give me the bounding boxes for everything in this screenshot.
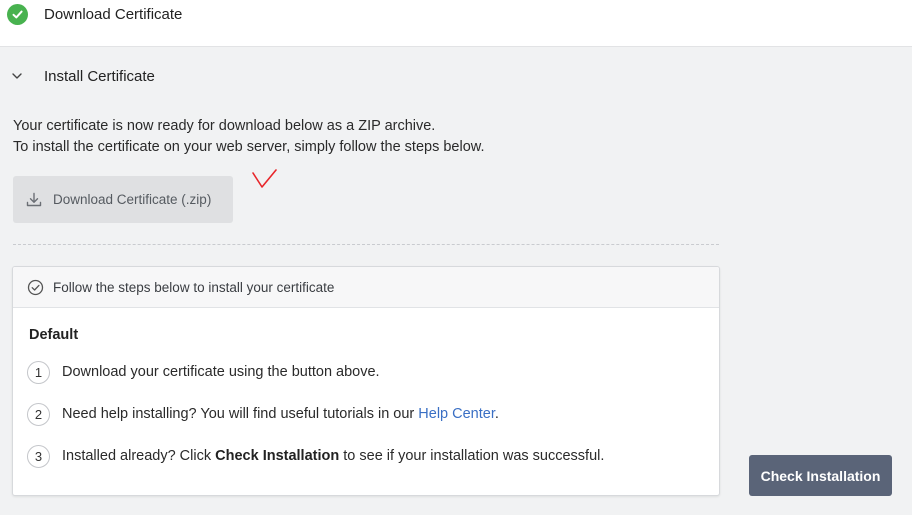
- step-download-header[interactable]: Download Certificate: [0, 0, 912, 47]
- step-install-title[interactable]: Install Certificate: [44, 68, 155, 85]
- step-text: Download your certificate using the butt…: [62, 364, 380, 380]
- intro-line-2: To install the certificate on your web s…: [13, 139, 485, 155]
- step-download-title: Download Certificate: [44, 6, 183, 23]
- install-intro: Your certificate is now ready for downlo…: [13, 116, 484, 158]
- step-text: Installed already? Click Check Installat…: [62, 448, 604, 464]
- help-center-link[interactable]: Help Center: [418, 406, 495, 422]
- section-divider: [13, 244, 719, 245]
- intro-line-1: Your certificate is now ready for downlo…: [13, 118, 436, 134]
- step-number: 2: [27, 402, 50, 426]
- step-item-2: 2 Need help installing? You will find us…: [27, 402, 499, 426]
- step-number: 1: [27, 360, 50, 384]
- steps-card-header: Follow the steps below to install your c…: [13, 267, 719, 308]
- download-icon: [25, 191, 43, 209]
- install-steps-card: Follow the steps below to install your c…: [12, 266, 720, 496]
- step-item-3: 3 Installed already? Click Check Install…: [27, 444, 604, 468]
- check-installation-emphasis: Check Installation: [215, 448, 340, 464]
- download-certificate-button[interactable]: Download Certificate (.zip): [13, 176, 233, 223]
- step-text-part: Need help installing? You will find usef…: [62, 406, 419, 422]
- chevron-down-icon[interactable]: [10, 69, 24, 83]
- check-circle-icon: [7, 4, 28, 25]
- step-text-part: to see if your installation was successf…: [339, 448, 605, 464]
- handwritten-checkmark: [252, 169, 277, 188]
- default-label: Default: [29, 327, 79, 343]
- step-number: 3: [27, 444, 50, 468]
- step-item-1: 1 Download your certificate using the bu…: [27, 360, 380, 384]
- check-circle-outline-icon: [27, 279, 44, 296]
- steps-card-title: Follow the steps below to install your c…: [53, 279, 335, 295]
- step-text-part: .: [494, 406, 499, 422]
- download-button-label: Download Certificate (.zip): [53, 192, 212, 207]
- check-installation-button[interactable]: Check Installation: [749, 455, 892, 496]
- step-text-part: Installed already? Click: [62, 448, 216, 464]
- step-text: Need help installing? You will find usef…: [62, 406, 499, 422]
